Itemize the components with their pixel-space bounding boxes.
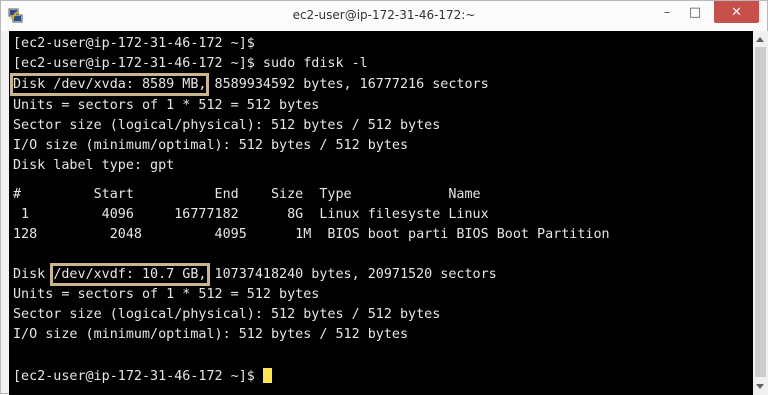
disk-xvdf-prefix: Disk — [13, 267, 54, 282]
terminal-line: [ec2-user@ip-172-31-46-172 ~]$ sudo fdis… — [13, 56, 368, 71]
partition-table-header: # Start End Size Type Name — [13, 187, 481, 202]
scroll-thumb[interactable] — [755, 47, 766, 377]
terminal-line: Sector size (logical/physical): 512 byte… — [13, 118, 441, 133]
partition-row: 1 4096 16777182 8G Linux filesyste Linux — [13, 207, 489, 222]
disk-xvda-highlight: Disk /dev/xvda: 8589 MB, — [9, 73, 210, 96]
terminal-line: [ec2-user@ip-172-31-46-172 ~]$ — [13, 36, 255, 51]
disk-xvdf-highlight: /dev/xvdf: 10.7 GB, — [50, 263, 210, 286]
disk-xvdf-details: 10737418240 bytes, 20971520 sectors — [206, 267, 497, 282]
terminal-line: Units = sectors of 1 * 512 = 512 bytes — [13, 287, 320, 302]
scroll-down-arrow-icon[interactable] — [756, 384, 764, 389]
maximize-button[interactable]: □ — [681, 1, 709, 23]
title-bar[interactable]: ec2-user@ip-172-31-46-172:~ – □ ✕ — [1, 1, 767, 31]
partition-row: 128 2048 4095 1M BIOS boot parti BIOS Bo… — [13, 227, 610, 242]
terminal-line: Units = sectors of 1 * 512 = 512 bytes — [13, 98, 320, 113]
prompt-text: [ec2-user@ip-172-31-46-172 ~]$ — [13, 369, 263, 384]
terminal-output[interactable]: [ec2-user@ip-172-31-46-172 ~]$ [ec2-user… — [9, 31, 753, 395]
terminal-line: Sector size (logical/physical): 512 byte… — [13, 307, 441, 322]
terminal-line: Disk /dev/xvda: 8589 MB, 8589934592 byte… — [9, 73, 489, 96]
terminal-line: Disk /dev/xvdf: 10.7 GB, 10737418240 byt… — [13, 263, 497, 286]
scroll-up-arrow-icon[interactable] — [756, 37, 764, 42]
terminal-line: I/O size (minimum/optimal): 512 bytes / … — [13, 327, 409, 342]
text-cursor — [262, 368, 272, 383]
terminal-window: ec2-user@ip-172-31-46-172:~ – □ ✕ [ec2-u… — [0, 0, 768, 395]
terminal-prompt: [ec2-user@ip-172-31-46-172 ~]$ — [13, 368, 272, 385]
vertical-scrollbar[interactable] — [753, 31, 768, 395]
disk-xvda-details: 8589934592 bytes, 16777216 sectors — [206, 77, 489, 92]
minimize-button[interactable]: – — [653, 1, 681, 23]
close-button[interactable]: ✕ — [714, 1, 759, 23]
terminal-line: Disk label type: gpt — [13, 158, 175, 173]
terminal-line: I/O size (minimum/optimal): 512 bytes / … — [13, 138, 409, 153]
